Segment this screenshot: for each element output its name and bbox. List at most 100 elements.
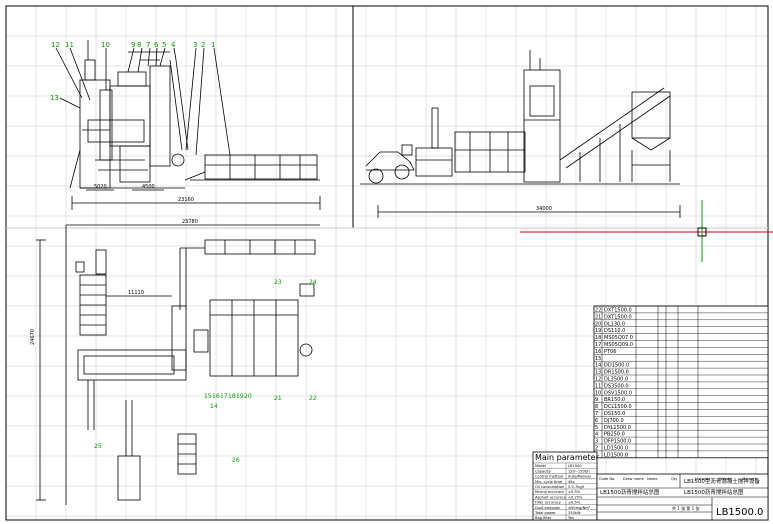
- parts-table-code: DS150.0: [604, 411, 625, 417]
- plan-callout: 16: [212, 393, 220, 400]
- title-block: LB1500型沥青混凝土搅拌设备 LB1500沥青搅拌站总图 LB1500沥青搅…: [596, 473, 769, 521]
- parts-table-index: 7: [595, 411, 598, 417]
- plan-callouts: 23 24 21 22 15 16 17 18 19 20 14 25 26: [94, 279, 317, 464]
- part-number: 9: [131, 41, 135, 49]
- parts-table-index: 22: [595, 308, 601, 314]
- parts-table-index: 11: [595, 383, 601, 389]
- parts-table-code: DS3500.0: [604, 383, 629, 389]
- plan-callout: 22: [309, 395, 317, 402]
- parts-table-code: BR150.0: [604, 397, 625, 403]
- param-name: Capacity: [535, 469, 552, 473]
- title-header-cell: Qty: [671, 477, 678, 481]
- parts-table-index: 21: [595, 314, 601, 320]
- param-value: LB1500: [568, 464, 582, 468]
- plan-view: [36, 224, 320, 505]
- parts-table-index: 5: [595, 425, 598, 431]
- plan-callout: 25: [94, 443, 102, 450]
- parts-table-code: MS05Q09.0: [604, 342, 633, 348]
- plan-callout: 17: [220, 393, 228, 400]
- dimension-text: 24670: [30, 329, 36, 345]
- dimension-text: 34000: [536, 206, 552, 212]
- parts-table-code: DL130.0: [604, 321, 625, 327]
- param-name: Bag filter: [535, 516, 552, 520]
- param-value: 5.5-7kg/t: [568, 485, 585, 489]
- param-name: Dust emission: [535, 506, 560, 510]
- part-number: 13: [50, 94, 59, 102]
- parts-table-code: DS110.0: [604, 328, 625, 334]
- dimension-labels-left: 5020 4500 23160: [94, 184, 194, 203]
- param-name: Total power: [534, 511, 556, 515]
- main-parameter-title: Main parameter: [535, 453, 600, 462]
- param-value: ±0.25%: [568, 495, 583, 499]
- parts-table-index: 16: [595, 349, 601, 355]
- parts-table-code: PB250.0: [604, 432, 625, 438]
- parts-table-index: 6: [595, 418, 598, 424]
- param-name: Filler accuracy: [535, 501, 562, 505]
- parts-table-index: 8: [595, 404, 598, 410]
- param-value: ≤50mg/Nm³: [568, 506, 591, 510]
- part-number: 1: [211, 41, 215, 49]
- title-block-subtitle: LB1500沥青搅拌站总图: [684, 488, 744, 496]
- title-block-subtitle: LB1500沥青搅拌站总图: [600, 488, 660, 496]
- parts-table-index: 9: [595, 397, 598, 403]
- parts-table-code: MS05Q07.0: [604, 335, 633, 341]
- elevation-view-right: [360, 50, 681, 218]
- cad-drawing-canvas: 12 11 10 9 8 7 6 5 4 3 2 1 13 5020 4500 …: [0, 0, 773, 524]
- parts-table-index: 18: [595, 335, 601, 341]
- part-number: 10: [101, 41, 110, 49]
- parts-table-index: 15: [595, 356, 601, 362]
- part-number: 6: [154, 41, 159, 49]
- parts-table-code: DJ700.0: [604, 418, 624, 424]
- part-number: 8: [137, 41, 141, 49]
- parts-table-code: DFP1500.0: [604, 439, 631, 445]
- part-number: 12: [51, 41, 60, 49]
- parts-table-index: 10: [595, 390, 601, 396]
- parts-table-code: PT06: [604, 349, 616, 355]
- plan-callout: 26: [232, 457, 240, 464]
- dimension-text: 23160: [178, 197, 194, 203]
- parts-table-index: 4: [595, 432, 598, 438]
- param-value: 45s: [568, 480, 575, 484]
- part-number: 11: [65, 41, 74, 49]
- part-number: 4: [171, 41, 176, 49]
- plan-callout: 20: [244, 393, 252, 400]
- part-number: 7: [146, 41, 150, 49]
- dimension-text: 23780: [182, 219, 198, 225]
- param-value: 120~150t/h: [568, 469, 590, 473]
- parts-table-code: DXT1500.0: [604, 308, 632, 314]
- plan-callout: 19: [236, 393, 244, 400]
- title-header-cell: Code No.: [599, 477, 615, 481]
- parts-table-code: DYL1500.0: [604, 425, 631, 431]
- part-number-labels: 12 11 10 9 8 7 6 5 4 3 2 1 13: [50, 41, 215, 102]
- plan-callout: 21: [274, 395, 282, 402]
- title-header-cell: Remark: [743, 477, 758, 481]
- title-header-cell: Material: [695, 477, 710, 481]
- plan-callout: 14: [210, 403, 218, 410]
- parts-table-code: DR1500.0: [604, 370, 629, 376]
- param-value: ±0.5%: [568, 490, 581, 494]
- plan-callout: 23: [274, 279, 282, 286]
- param-name: Oil consumption: [535, 485, 564, 489]
- param-value: Auto/Manual: [568, 475, 591, 479]
- main-parameter-block: Main parameter Model LB1500 Capacity 120~15…: [532, 451, 600, 521]
- title-header-cell: Weight: [719, 477, 732, 481]
- parts-table-index: 3: [595, 439, 598, 445]
- part-number: 3: [193, 41, 197, 49]
- part-number: 2: [201, 41, 205, 49]
- parts-list-table: 22 DXT1500.021 DXT1500.020 DL130.019 DS110.0…: [593, 305, 769, 458]
- sheet-number: 共 1 张 第 1 张: [672, 505, 699, 511]
- dimension-text: 11110: [128, 290, 144, 296]
- plan-callout: 18: [228, 393, 236, 400]
- title-header-cell: Name: [647, 477, 658, 481]
- parts-table-index: 12: [595, 377, 601, 383]
- plan-callout: 24: [309, 279, 317, 286]
- parts-table-index: 19: [595, 328, 601, 334]
- parts-table-index: 13: [595, 370, 601, 376]
- plan-dimension-labels: 11110 23780 24670: [30, 219, 198, 345]
- param-value: ±0.5%: [568, 501, 581, 505]
- dimension-text: 4500: [142, 184, 155, 190]
- param-name: Model: [535, 464, 546, 468]
- drawing-svg: 12 11 10 9 8 7 6 5 4 3 2 1 13 5020 4500 …: [5, 5, 773, 521]
- param-value: 330kW: [568, 511, 581, 515]
- plan-callout: 15: [204, 393, 212, 400]
